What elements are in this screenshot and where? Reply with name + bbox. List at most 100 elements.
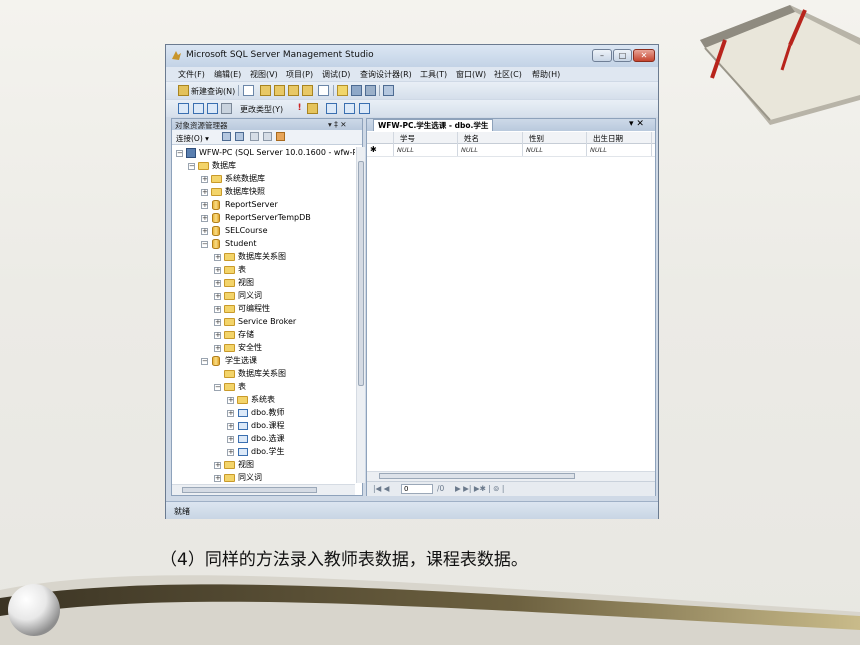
- add-table-icon[interactable]: [344, 103, 355, 114]
- tree-node-label: WFW-PC (SQL Server 10.0.1600 - wfw-P(: [199, 148, 355, 157]
- expand-icon[interactable]: +: [214, 345, 221, 352]
- collapse-icon[interactable]: −: [176, 150, 183, 157]
- collapse-icon[interactable]: −: [201, 358, 208, 365]
- expand-icon[interactable]: +: [201, 215, 208, 222]
- expand-icon[interactable]: +: [201, 228, 208, 235]
- new-row[interactable]: ✱ NULL NULL NULL NULL: [367, 144, 655, 157]
- close-button[interactable]: ✕: [633, 49, 655, 62]
- menu-project[interactable]: 项目(P): [286, 69, 313, 80]
- save-all-icon[interactable]: [365, 85, 376, 96]
- expand-icon[interactable]: +: [201, 189, 208, 196]
- expand-icon[interactable]: +: [214, 306, 221, 313]
- toolbar-separator: [333, 85, 334, 96]
- add-derived-table-icon[interactable]: [359, 103, 370, 114]
- expand-icon[interactable]: +: [214, 267, 221, 274]
- tree-node-label: 安全性: [238, 343, 262, 352]
- show-results-pane-icon[interactable]: [221, 103, 232, 114]
- object-explorer-vertical-scrollbar[interactable]: [356, 147, 365, 483]
- menu-file[interactable]: 文件(F): [178, 69, 205, 80]
- column-header[interactable]: 学号: [400, 133, 415, 144]
- status-text: 就绪: [174, 507, 190, 516]
- document-icon[interactable]: [318, 85, 329, 96]
- analysis-query-icon[interactable]: [274, 85, 285, 96]
- tree-node-label: 可编程性: [238, 304, 270, 313]
- open-folder-icon[interactable]: [337, 85, 348, 96]
- tree-node-label: 表: [238, 265, 246, 274]
- expand-icon[interactable]: +: [227, 410, 234, 417]
- object-explorer-header-controls[interactable]: ▾ ‡ ✕: [328, 120, 347, 129]
- expand-icon[interactable]: +: [214, 293, 221, 300]
- database-engine-query-icon[interactable]: [260, 85, 271, 96]
- scrollbar-thumb[interactable]: [358, 161, 364, 386]
- nav-next-buttons[interactable]: ▶ ▶| ▶✱ | ⊚ |: [455, 484, 504, 493]
- expand-icon[interactable]: +: [214, 280, 221, 287]
- activity-monitor-icon[interactable]: [383, 85, 394, 96]
- disconnect-icon[interactable]: [235, 132, 244, 141]
- collapse-icon[interactable]: −: [214, 384, 221, 391]
- grid-cell[interactable]: NULL: [397, 146, 414, 154]
- connect-icon[interactable]: [222, 132, 231, 141]
- expand-icon[interactable]: +: [214, 475, 221, 482]
- expand-icon[interactable]: +: [214, 462, 221, 469]
- menu-debug[interactable]: 调试(D): [322, 69, 350, 80]
- execute-sql-icon[interactable]: !: [294, 103, 305, 114]
- column-header[interactable]: 姓名: [464, 133, 479, 144]
- table-designer-toolbar: 更改类型(Y) !: [166, 100, 658, 117]
- menu-edit[interactable]: 编辑(E): [214, 69, 241, 80]
- new-query-button[interactable]: 新建查询(N): [191, 86, 235, 97]
- expand-icon[interactable]: +: [227, 449, 234, 456]
- expand-icon[interactable]: +: [201, 202, 208, 209]
- mdx-query-icon[interactable]: [288, 85, 299, 96]
- stop-icon[interactable]: [250, 132, 259, 141]
- menu-view[interactable]: 视图(V): [250, 69, 278, 80]
- expand-icon[interactable]: +: [227, 436, 234, 443]
- scrollbar-thumb[interactable]: [379, 473, 575, 479]
- menu-community[interactable]: 社区(C): [494, 69, 522, 80]
- expand-icon[interactable]: +: [214, 332, 221, 339]
- new-file-icon[interactable]: [243, 85, 254, 96]
- expand-icon[interactable]: +: [201, 176, 208, 183]
- refresh-icon[interactable]: [276, 132, 285, 141]
- maximize-button[interactable]: □: [613, 49, 632, 62]
- object-explorer-horizontal-scrollbar[interactable]: [172, 484, 355, 495]
- expand-icon[interactable]: +: [214, 319, 221, 326]
- record-number-input[interactable]: 0: [401, 484, 433, 494]
- show-diagram-pane-icon[interactable]: [178, 103, 189, 114]
- grid-horizontal-scrollbar[interactable]: [367, 471, 655, 481]
- grid-cell[interactable]: NULL: [590, 146, 607, 154]
- save-icon[interactable]: [351, 85, 362, 96]
- scrollbar-thumb[interactable]: [182, 487, 317, 493]
- menu-query-designer[interactable]: 查询设计器(R): [360, 69, 412, 80]
- tree-node-label: 数据库关系图: [238, 252, 286, 261]
- table-icon: [238, 435, 248, 443]
- xmla-query-icon[interactable]: [302, 85, 313, 96]
- collapse-icon[interactable]: −: [188, 163, 195, 170]
- tree-node-label: 存储: [238, 330, 254, 339]
- column-header[interactable]: 性别: [529, 133, 544, 144]
- tree-node-label: ReportServer: [225, 200, 278, 209]
- menu-tools[interactable]: 工具(T): [420, 69, 447, 80]
- change-type-dropdown[interactable]: 更改类型(Y): [240, 104, 283, 115]
- document-tab[interactable]: WFW-PC.学生选课 - dbo.学生: [373, 119, 494, 131]
- minimize-button[interactable]: –: [592, 49, 612, 62]
- nav-prev-buttons[interactable]: |◀ ◀: [373, 484, 389, 493]
- column-header[interactable]: 出生日期: [593, 133, 623, 144]
- filter-icon[interactable]: [263, 132, 272, 141]
- menu-window[interactable]: 窗口(W): [456, 69, 486, 80]
- show-sql-pane-icon[interactable]: [207, 103, 218, 114]
- folder-icon: [224, 253, 235, 261]
- verify-sql-icon[interactable]: [307, 103, 318, 114]
- title-bar[interactable]: Microsoft SQL Server Management Studio –…: [166, 45, 658, 67]
- expand-icon[interactable]: +: [227, 397, 234, 404]
- grid-cell[interactable]: NULL: [526, 146, 543, 154]
- expand-icon[interactable]: +: [227, 423, 234, 430]
- maximize-icon: □: [618, 51, 627, 60]
- connect-dropdown[interactable]: 连接(O) ▾: [176, 133, 209, 144]
- document-tab-controls[interactable]: ▾ ✕: [629, 119, 644, 130]
- expand-icon[interactable]: +: [214, 254, 221, 261]
- show-criteria-pane-icon[interactable]: [193, 103, 204, 114]
- collapse-icon[interactable]: −: [201, 241, 208, 248]
- menu-help[interactable]: 帮助(H): [532, 69, 560, 80]
- grid-cell[interactable]: NULL: [461, 146, 478, 154]
- group-by-icon[interactable]: [326, 103, 337, 114]
